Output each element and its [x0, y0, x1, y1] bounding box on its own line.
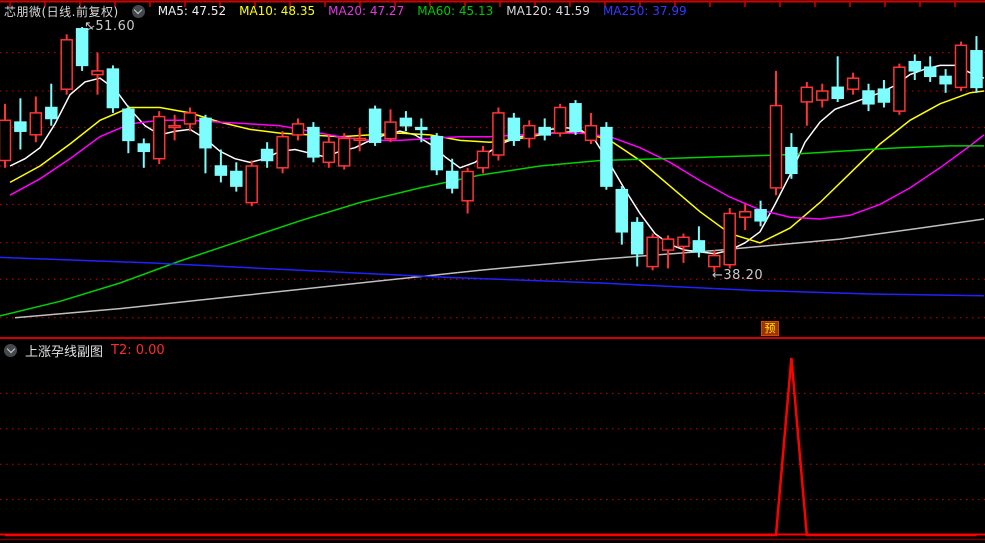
ma-line-ma60	[0, 145, 984, 317]
chevron-down-icon[interactable]	[131, 4, 145, 18]
stock-title[interactable]: 芯朋微(日线.前复权)	[4, 3, 119, 20]
indicator-line	[0, 357, 985, 537]
ma-legend-item-ma10: MA10: 48.35	[239, 4, 316, 18]
ma-lines	[0, 64, 985, 319]
chevron-down-icon[interactable]	[4, 343, 17, 357]
ma-legend-item-ma5: MA5: 47.52	[157, 4, 227, 18]
indicator-gridlines	[0, 392, 985, 501]
indicator-title[interactable]: 上涨孕线副图	[25, 341, 103, 360]
low-price-label: ←38.20	[712, 268, 764, 283]
ma-legend-item-ma60: MA60: 45.13	[417, 4, 494, 18]
main-chart-header: 芯朋微(日线.前复权) MA5: 47.52 MA10: 48.35 MA20: 4…	[4, 3, 687, 19]
high-price-label: ↖51.60	[84, 19, 136, 34]
ma-legend-item-ma20: MA20: 47.27	[328, 4, 405, 18]
ma-legend-item-ma250: MA250: 37.99	[602, 4, 687, 18]
ma-legend: MA5: 47.52 MA10: 48.35 MA20: 47.27 MA60: 45…	[158, 4, 687, 18]
chart-canvas[interactable]	[0, 0, 985, 543]
signal-badge[interactable]: 预	[761, 321, 779, 336]
candlesticks	[0, 27, 983, 272]
ma-legend-item-ma120: MA120: 41.59	[506, 4, 590, 18]
ma-line-ma250	[0, 256, 985, 297]
sub-chart-header: 上涨孕线副图 T2: 0.00	[4, 341, 165, 360]
stock-chart-window: 芯朋微(日线.前复权) MA5: 47.52 MA10: 48.35 MA20: 4…	[0, 0, 985, 543]
indicator-value: T2: 0.00	[111, 342, 165, 358]
